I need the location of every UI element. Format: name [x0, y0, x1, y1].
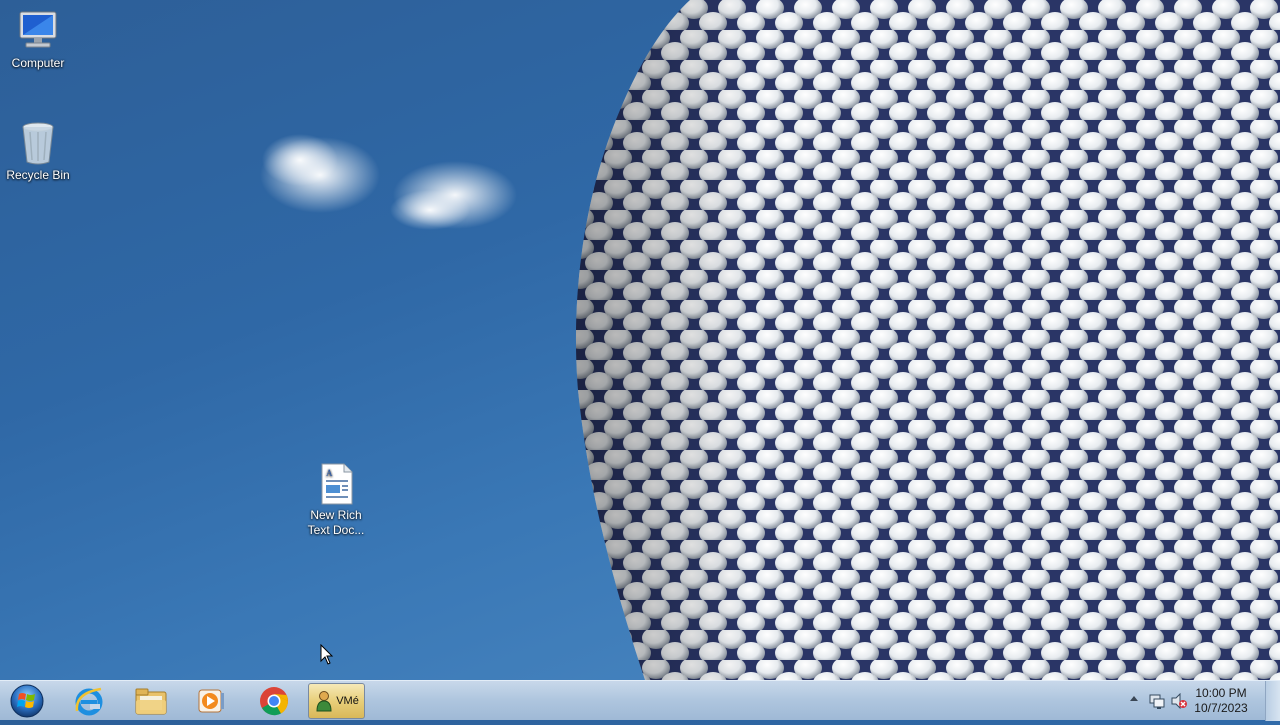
show-hidden-icons-arrow[interactable] [1130, 696, 1138, 701]
desktop-icon-new-rich-text-document[interactable]: A New Rich Text Doc... [298, 462, 374, 538]
windows-start-orb-icon [10, 684, 44, 718]
wallpaper-image [260, 0, 1280, 680]
desktop-icon-computer[interactable]: Computer [0, 8, 76, 71]
desktop-icon-label-line1: New Rich [310, 508, 362, 522]
desktop-icon-label-line2: Text Doc... [307, 523, 365, 537]
clock-date: 10/7/2023 [1194, 701, 1248, 715]
clock[interactable]: 10:00 PM 10/7/2023 [1186, 686, 1256, 716]
taskbar-google-chrome[interactable] [247, 683, 301, 719]
taskbar-internet-explorer[interactable] [62, 683, 116, 719]
svg-text:A: A [326, 468, 333, 478]
cloud [260, 134, 517, 230]
network-icon[interactable] [1148, 693, 1166, 709]
taskbar-windows-explorer[interactable] [124, 683, 178, 719]
system-tray: 10:00 PM 10/7/2023 [1120, 681, 1280, 721]
internet-explorer-icon [75, 687, 103, 716]
chrome-icon [260, 687, 288, 716]
desktop[interactable]: Computer Recycle Bin A New Rich Text Doc… [0, 0, 1280, 680]
recycle-bin-icon [22, 122, 54, 165]
desktop-icon-recycle-bin[interactable]: Recycle Bin [0, 120, 76, 183]
taskbar-vm-app-active[interactable]: VMé [308, 683, 365, 719]
desktop-icon-label: Computer [11, 56, 65, 70]
vm-app-icon [316, 691, 332, 712]
file-explorer-icon [135, 688, 167, 715]
show-desktop-button[interactable] [1265, 681, 1280, 721]
desktop-icon-label: Recycle Bin [6, 168, 70, 182]
computer-icon [19, 11, 57, 48]
taskbar: VMé 10:00 PM 10/7/2023 [0, 680, 1280, 721]
taskbar-media-player[interactable] [184, 683, 238, 719]
taskbar-vm-label: VMé [336, 695, 359, 707]
rich-text-document-icon: A [321, 463, 353, 505]
start-button[interactable] [4, 682, 50, 720]
clock-time: 10:00 PM [1195, 686, 1247, 700]
mouse-cursor-icon [320, 644, 334, 665]
media-player-icon [198, 689, 224, 713]
